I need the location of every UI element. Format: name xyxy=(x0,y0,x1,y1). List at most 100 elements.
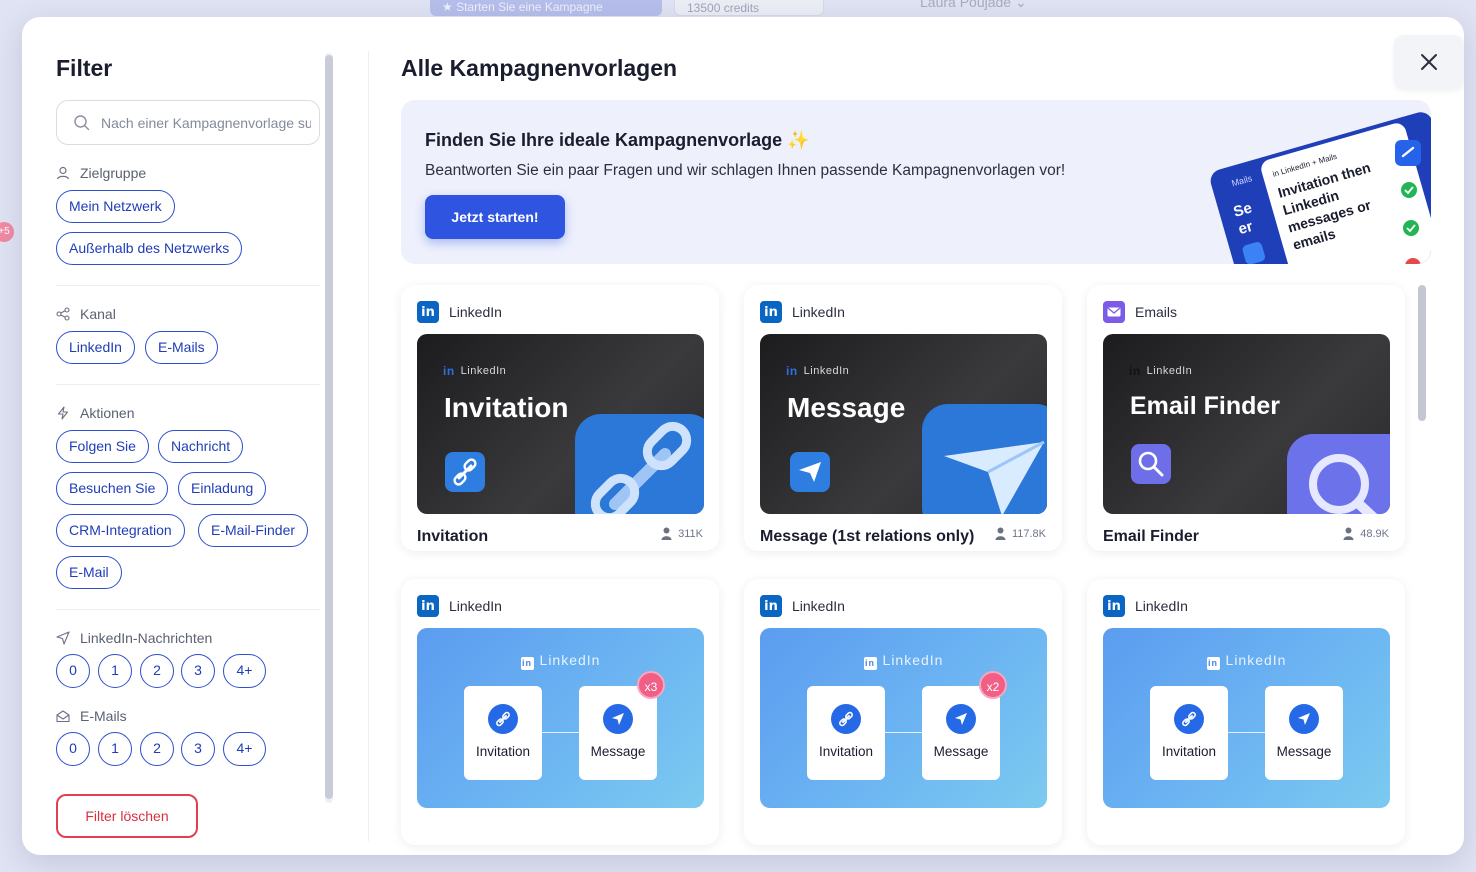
send-icon xyxy=(1289,704,1319,734)
main-scrollbar[interactable] xyxy=(1418,285,1426,845)
linkedin-icon: in xyxy=(760,595,782,617)
linkedin-messages-option-4plus[interactable]: 4+ xyxy=(223,654,266,688)
chip-visit[interactable]: Besuchen Sie xyxy=(56,472,169,505)
person-icon xyxy=(661,527,672,540)
chip-message[interactable]: Nachricht xyxy=(158,430,244,463)
user-name: Laura Poujade xyxy=(920,0,1012,10)
emails-option-0[interactable]: 0 xyxy=(56,732,90,766)
template-card-invitation-message-x2[interactable]: in LinkedIn in LinkedIn Invitation Message… xyxy=(744,579,1062,845)
person-icon xyxy=(1343,527,1354,540)
audience-section-label: Zielgruppe xyxy=(56,165,146,181)
card-channel-label: LinkedIn xyxy=(792,304,845,320)
panel-divider xyxy=(368,51,369,841)
chip-crm[interactable]: CRM-Integration xyxy=(56,514,185,547)
divider xyxy=(56,285,320,286)
linkedin-messages-option-3[interactable]: 3 xyxy=(181,654,215,688)
close-button[interactable] xyxy=(1394,35,1464,89)
start-campaign-label: Starten Sie eine Kampagne xyxy=(456,0,603,14)
linkedin-icon: in xyxy=(417,595,439,617)
step-invitation: Invitation xyxy=(1150,686,1228,780)
banner-title: Finden Sie Ihre ideale Kampagnenvorlage … xyxy=(425,130,810,151)
chip-my-network[interactable]: Mein Netzwerk xyxy=(56,190,175,223)
emails-option-4plus[interactable]: 4+ xyxy=(223,732,266,766)
chip-linkedin[interactable]: LinkedIn xyxy=(56,331,135,364)
emails-option-3[interactable]: 3 xyxy=(181,732,215,766)
step-label: Invitation xyxy=(475,744,531,759)
thumbnail-tagline-text: LinkedIn xyxy=(460,365,507,377)
card-user-count: 48.9K xyxy=(1343,527,1389,540)
channel-label: Kanal xyxy=(80,306,116,322)
card-channel: in LinkedIn xyxy=(760,301,845,323)
template-card-invitation-message-x3[interactable]: in LinkedIn in LinkedIn Invitation Message… xyxy=(401,579,719,845)
linkedin-messages-option-1[interactable]: 1 xyxy=(98,654,132,688)
share-icon xyxy=(56,307,70,321)
side-badge: +5 xyxy=(0,222,14,242)
card-count-value: 311K xyxy=(678,527,703,540)
emails-option-2[interactable]: 2 xyxy=(140,732,174,766)
thumbnail-tagline-text: LinkedIn xyxy=(1225,652,1287,668)
linkedin-messages-option-2[interactable]: 2 xyxy=(140,654,174,688)
filter-title: Filter xyxy=(56,55,113,81)
step-label: Message xyxy=(590,744,646,759)
card-channel-label: LinkedIn xyxy=(1135,598,1188,614)
user-icon xyxy=(56,166,70,180)
main-title: Alle Kampagnenvorlagen xyxy=(401,55,678,81)
banner-subtitle: Beantworten Sie ein paar Fragen und wir … xyxy=(425,162,1066,179)
card-thumbnail: in LinkedIn Invitation Message xyxy=(1103,628,1390,808)
card-channel-label: LinkedIn xyxy=(792,598,845,614)
background-topbar: ★ Starten Sie eine Kampagne 13500 credit… xyxy=(0,0,1476,18)
template-finder-banner: Finden Sie Ihre ideale Kampagnenvorlage … xyxy=(401,100,1431,264)
emails-section-label: E-Mails xyxy=(56,708,127,724)
step-connector xyxy=(542,732,579,733)
link-icon xyxy=(1174,704,1204,734)
magnifier-large-icon xyxy=(1287,434,1390,514)
card-channel-label: LinkedIn xyxy=(449,304,502,320)
send-icon xyxy=(603,704,633,734)
chip-follow[interactable]: Folgen Sie xyxy=(56,430,149,463)
thumbnail-tagline-text: LinkedIn xyxy=(803,365,850,377)
user-menu: Laura Poujade ⌄ xyxy=(920,0,1027,11)
close-icon xyxy=(1421,54,1437,70)
template-card-message[interactable]: in LinkedIn in LinkedIn Message Message (1… xyxy=(744,285,1062,551)
card-thumbnail: in LinkedIn Message xyxy=(760,334,1047,514)
step-message: Message xyxy=(579,686,657,780)
thumbnail-tagline: in LinkedIn xyxy=(1206,652,1287,670)
banner-title-text: Finden Sie Ihre ideale Kampagnenvorlage xyxy=(425,130,783,150)
chip-invitation[interactable]: Einladung xyxy=(178,472,267,505)
repeat-badge: x3 xyxy=(637,671,665,699)
template-card-invitation[interactable]: in LinkedIn in LinkedIn Invitation Invitat… xyxy=(401,285,719,551)
sidebar-scrollbar-thumb[interactable] xyxy=(325,55,333,799)
chip-email[interactable]: E-Mail xyxy=(56,556,122,589)
chip-emails[interactable]: E-Mails xyxy=(145,331,218,364)
lightning-icon xyxy=(57,406,69,420)
main-scrollbar-thumb[interactable] xyxy=(1418,285,1426,421)
campaign-templates-modal: Filter Zielgruppe Mein Netzwerk Außerhal… xyxy=(22,17,1464,855)
card-channel: in LinkedIn xyxy=(1103,595,1188,617)
email-icon xyxy=(1103,301,1125,323)
divider xyxy=(56,384,320,385)
emails-option-1[interactable]: 1 xyxy=(98,732,132,766)
thumbnail-tagline: in LinkedIn xyxy=(863,652,944,670)
linkedin-messages-option-0[interactable]: 0 xyxy=(56,654,90,688)
template-card-email-finder[interactable]: Emails in LinkedIn Email Finder Email Fin… xyxy=(1087,285,1405,551)
link-icon xyxy=(831,704,861,734)
start-campaign-button: ★ Starten Sie eine Kampagne xyxy=(430,0,662,16)
card-user-count: 117.8K xyxy=(995,527,1046,540)
linkedin-messages-section-label: LinkedIn-Nachrichten xyxy=(56,630,212,646)
chip-email-finder[interactable]: E-Mail-Finder xyxy=(198,514,309,547)
search-box[interactable] xyxy=(56,100,320,145)
card-channel: in LinkedIn xyxy=(417,301,502,323)
magnifier-icon xyxy=(1131,444,1171,484)
chip-outside-network[interactable]: Außerhalb des Netzwerks xyxy=(56,232,243,265)
thumbnail-tagline-text: LinkedIn xyxy=(539,652,601,668)
search-input[interactable] xyxy=(101,114,311,131)
template-card-invitation-message[interactable]: in LinkedIn in LinkedIn Invitation Message xyxy=(1087,579,1405,845)
actions-section-label: Aktionen xyxy=(56,405,134,421)
sidebar-scrollbar[interactable] xyxy=(325,53,333,803)
step-invitation: Invitation xyxy=(807,686,885,780)
thumbnail-tagline-text: LinkedIn xyxy=(882,652,944,668)
start-now-button[interactable]: Jetzt starten! xyxy=(425,195,565,239)
credits-badge: 13500 credits xyxy=(674,0,824,16)
card-channel: Emails xyxy=(1103,301,1177,323)
clear-filters-button[interactable]: Filter löschen xyxy=(56,794,198,838)
